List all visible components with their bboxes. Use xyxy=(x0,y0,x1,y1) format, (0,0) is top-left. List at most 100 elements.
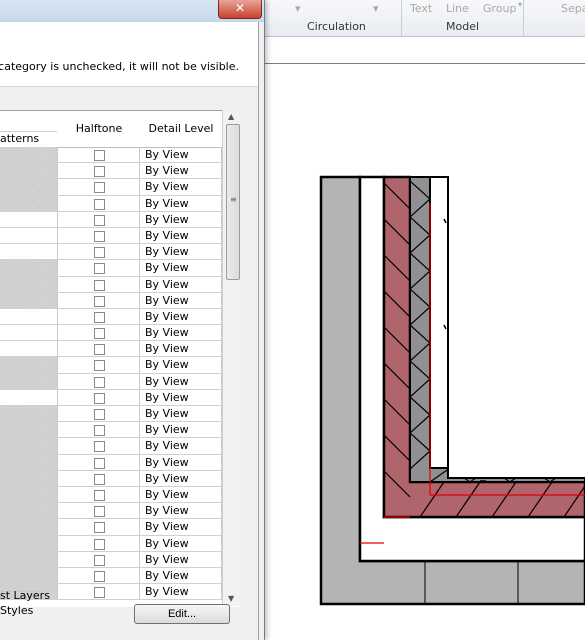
table-row[interactable]: By View xyxy=(0,163,222,180)
halftone-checkbox[interactable] xyxy=(94,311,105,323)
detail-level-cell[interactable]: By View xyxy=(140,551,222,567)
halftone-checkbox[interactable] xyxy=(94,392,105,404)
halftone-checkbox[interactable] xyxy=(94,554,105,566)
detail-level-cell[interactable]: By View xyxy=(140,341,222,357)
table-row[interactable]: By View xyxy=(0,470,222,487)
pattern-cell[interactable] xyxy=(0,519,58,535)
table-row[interactable]: By View xyxy=(0,373,222,390)
pattern-cell[interactable] xyxy=(0,325,58,341)
pattern-cell[interactable] xyxy=(0,341,58,357)
dialog-titlebar[interactable]: ✕ xyxy=(0,0,264,22)
column-header-detail-level[interactable]: Detail Level xyxy=(140,111,223,148)
pattern-cell[interactable] xyxy=(0,551,58,567)
pattern-cell[interactable] xyxy=(0,211,58,227)
halftone-checkbox[interactable] xyxy=(94,570,105,582)
halftone-checkbox[interactable] xyxy=(94,409,105,420)
detail-level-cell[interactable]: By View xyxy=(140,519,222,535)
detail-level-cell[interactable]: By View xyxy=(140,486,222,503)
table-row[interactable]: By View xyxy=(0,535,222,552)
detail-level-cell[interactable]: By View xyxy=(140,454,222,470)
detail-level-cell[interactable]: By View xyxy=(140,195,222,211)
table-row[interactable]: By View xyxy=(0,179,222,196)
detail-level-cell[interactable]: By View xyxy=(140,179,222,195)
halftone-checkbox[interactable] xyxy=(94,360,105,372)
table-row[interactable]: By View xyxy=(0,406,222,423)
ribbon-dropdown-arrow[interactable]: ▾ xyxy=(518,0,522,9)
pattern-cell[interactable] xyxy=(0,195,58,211)
pattern-cell[interactable] xyxy=(0,357,58,373)
pattern-cell[interactable] xyxy=(0,486,58,503)
halftone-checkbox[interactable] xyxy=(94,506,105,518)
ribbon-item-text[interactable]: Text xyxy=(410,2,432,15)
detail-level-cell[interactable]: By View xyxy=(140,535,222,551)
ribbon-dropdown-arrow[interactable]: ▾ xyxy=(373,2,379,15)
table-row[interactable]: By View xyxy=(0,357,222,374)
table-row[interactable]: By View xyxy=(0,551,222,568)
column-header-patterns[interactable]: atterns xyxy=(0,111,59,148)
table-row[interactable]: By View xyxy=(0,195,222,212)
detail-level-cell[interactable]: By View xyxy=(140,227,222,244)
scroll-up-icon[interactable]: ▲ xyxy=(228,112,234,121)
pattern-cell[interactable] xyxy=(0,260,58,276)
detail-level-cell[interactable]: By View xyxy=(140,260,222,276)
drawing-canvas[interactable] xyxy=(260,63,585,640)
detail-level-cell[interactable]: By View xyxy=(140,244,222,260)
edit-button[interactable]: Edit... xyxy=(134,604,230,624)
ribbon-item-line[interactable]: Line xyxy=(446,2,469,15)
halftone-checkbox[interactable] xyxy=(94,230,105,242)
table-row[interactable]: By View xyxy=(0,244,222,261)
detail-level-cell[interactable]: By View xyxy=(140,389,222,405)
detail-level-cell[interactable]: By View xyxy=(140,438,222,454)
detail-level-cell[interactable]: By View xyxy=(140,276,222,292)
pattern-cell[interactable] xyxy=(0,567,58,584)
table-row[interactable]: By View xyxy=(0,486,222,504)
detail-level-cell[interactable]: By View xyxy=(140,406,222,422)
pattern-cell[interactable] xyxy=(0,179,58,195)
pattern-cell[interactable] xyxy=(0,308,58,325)
halftone-checkbox[interactable] xyxy=(94,441,105,453)
detail-level-cell[interactable]: By View xyxy=(140,503,222,519)
table-row[interactable]: By View xyxy=(0,308,222,326)
table-row[interactable]: By View xyxy=(0,292,222,309)
detail-level-cell[interactable]: By View xyxy=(140,357,222,373)
grid-vertical-scrollbar[interactable]: ▲ ≡ ▼ xyxy=(222,110,241,606)
halftone-checkbox[interactable] xyxy=(94,522,105,534)
pattern-cell[interactable] xyxy=(0,276,58,292)
pattern-cell[interactable] xyxy=(0,503,58,519)
table-row[interactable]: By View xyxy=(0,519,222,536)
halftone-checkbox[interactable] xyxy=(94,344,105,356)
table-row[interactable]: By View xyxy=(0,276,222,293)
detail-level-cell[interactable]: By View xyxy=(140,325,222,341)
halftone-checkbox[interactable] xyxy=(94,425,105,437)
detail-level-cell[interactable]: By View xyxy=(140,422,222,438)
pattern-cell[interactable] xyxy=(0,454,58,470)
pattern-cell[interactable] xyxy=(0,244,58,260)
halftone-checkbox[interactable] xyxy=(94,457,105,469)
detail-level-cell[interactable]: By View xyxy=(140,584,222,600)
halftone-checkbox[interactable] xyxy=(94,182,105,194)
pattern-cell[interactable] xyxy=(0,470,58,486)
table-row[interactable]: By View xyxy=(0,325,222,342)
halftone-checkbox[interactable] xyxy=(94,247,105,259)
pattern-cell[interactable] xyxy=(0,147,58,163)
pattern-cell[interactable] xyxy=(0,292,58,308)
pattern-cell[interactable] xyxy=(0,163,58,179)
detail-level-cell[interactable]: By View xyxy=(140,147,222,163)
close-button[interactable]: ✕ xyxy=(218,0,262,19)
table-row[interactable]: By View xyxy=(0,503,222,520)
halftone-checkbox[interactable] xyxy=(94,214,105,226)
scrollbar-thumb[interactable]: ≡ xyxy=(226,124,240,280)
pattern-cell[interactable] xyxy=(0,227,58,244)
detail-level-cell[interactable]: By View xyxy=(140,470,222,486)
halftone-checkbox[interactable] xyxy=(94,538,105,550)
halftone-checkbox[interactable] xyxy=(94,150,105,161)
pattern-cell[interactable] xyxy=(0,422,58,438)
detail-level-cell[interactable]: By View xyxy=(140,292,222,308)
detail-level-cell[interactable]: By View xyxy=(140,308,222,325)
table-row[interactable]: By View xyxy=(0,438,222,455)
halftone-checkbox[interactable] xyxy=(94,473,105,485)
table-row[interactable]: By View xyxy=(0,211,222,228)
halftone-checkbox[interactable] xyxy=(94,295,105,307)
table-row[interactable]: By View xyxy=(0,567,222,585)
halftone-checkbox[interactable] xyxy=(94,587,105,599)
